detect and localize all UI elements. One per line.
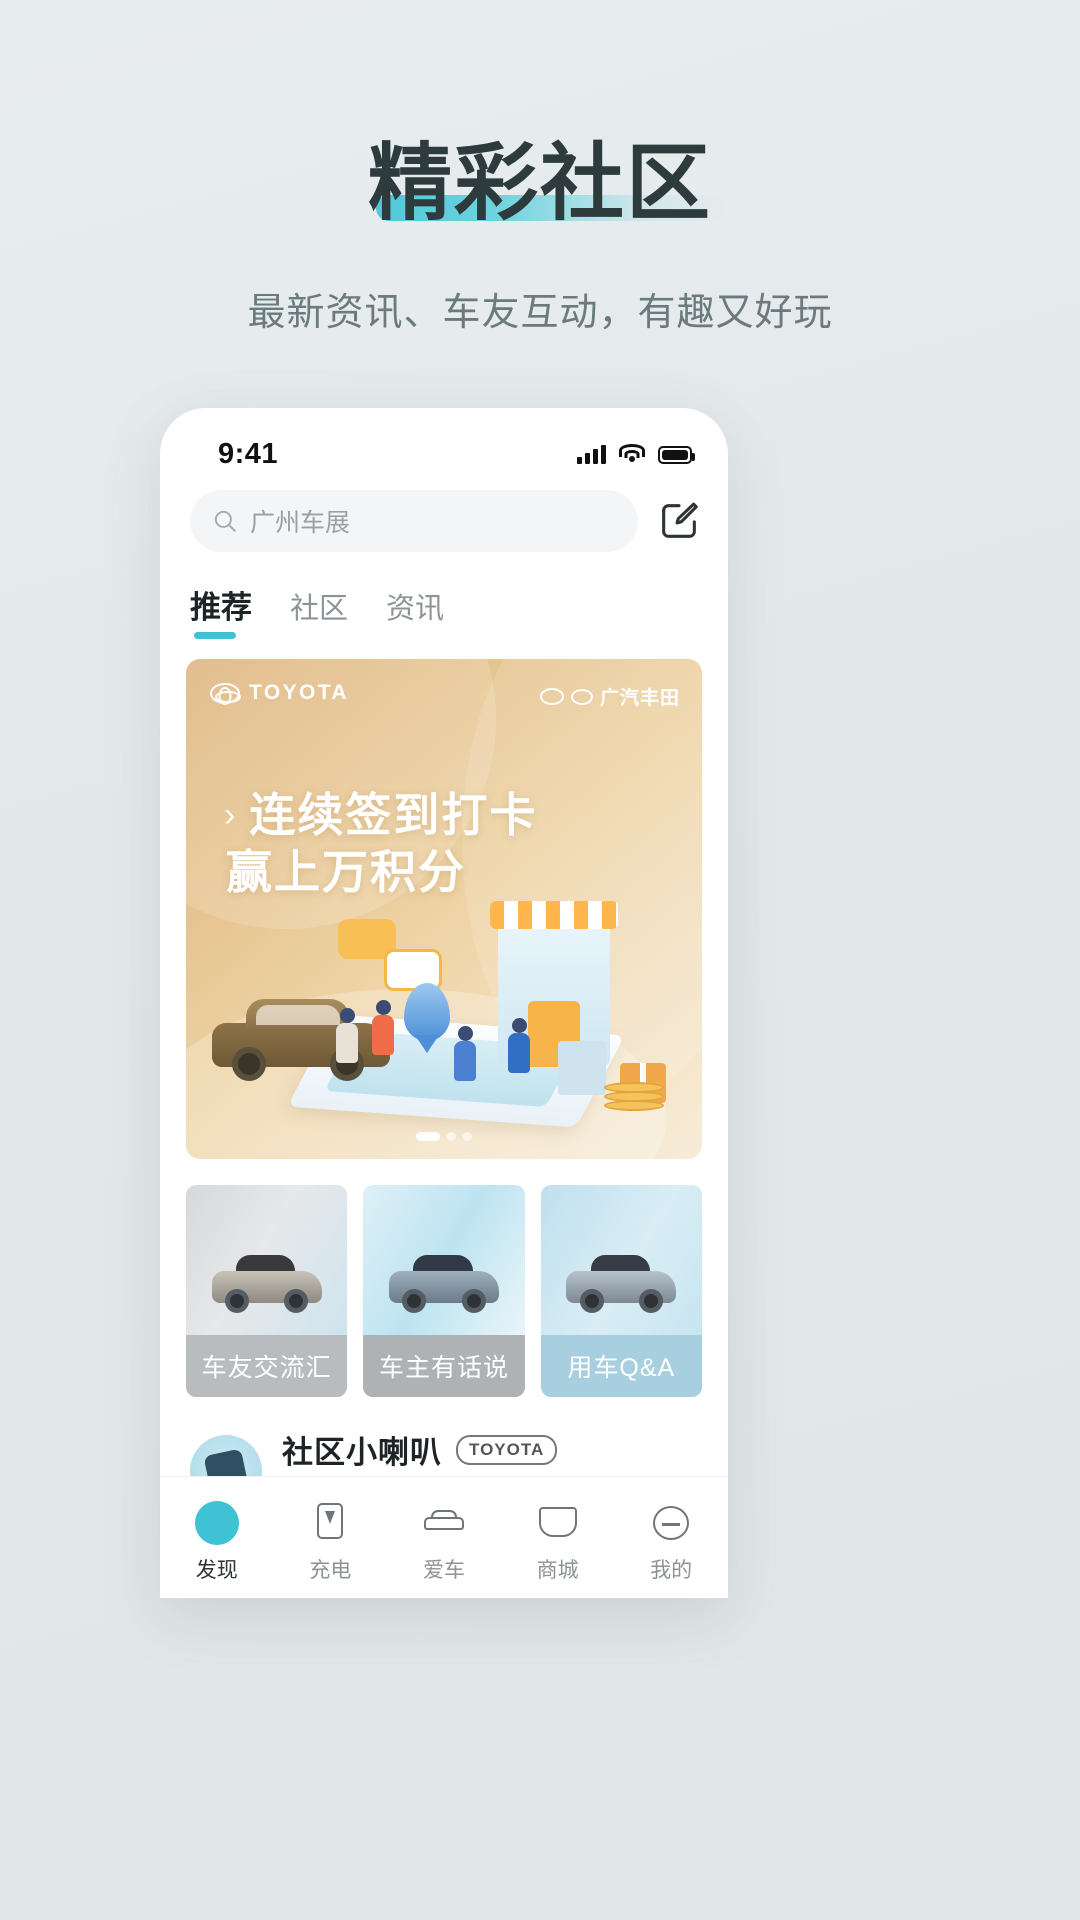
banner-illustration: [186, 829, 702, 1159]
toyota-wordmark: TOYOTA: [249, 681, 349, 704]
shop-icon: [536, 1501, 580, 1543]
nav-label: 商城: [536, 1559, 579, 1582]
card-label: 车主有话说: [363, 1335, 525, 1397]
location-pin-icon: [404, 983, 450, 1041]
tab-community[interactable]: 社区: [290, 585, 348, 641]
compose-button[interactable]: [656, 498, 702, 544]
signal-icon: [577, 444, 606, 464]
compose-icon: [662, 502, 698, 538]
tab-news[interactable]: 资讯: [386, 585, 444, 641]
status-time: 9:41: [218, 437, 279, 470]
nav-label: 我的: [650, 1559, 693, 1582]
tab-recommend[interactable]: 推荐: [190, 582, 252, 641]
nav-label: 发现: [195, 1559, 238, 1582]
car-icon: [422, 1501, 466, 1543]
status-badge: TOYOTA: [456, 1434, 558, 1465]
carousel-dot[interactable]: [447, 1132, 456, 1141]
nav-label: 爱车: [422, 1559, 465, 1582]
card-qa[interactable]: 用车Q&A: [540, 1185, 702, 1397]
search-placeholder: 广州车展: [250, 509, 351, 537]
page-title-wrap: 精彩社区: [367, 136, 724, 230]
account-name: 社区小喇叭: [282, 1435, 442, 1470]
carousel-dots[interactable]: [416, 1132, 472, 1141]
illustration-person: [336, 1008, 358, 1063]
page-title: 精彩社区: [367, 136, 712, 230]
gac-toyota-wordmark: 广汽丰田: [599, 688, 680, 709]
toyota-emblem-icon: [210, 682, 241, 704]
toyota-logo: TOYOTA: [210, 681, 349, 705]
nav-item-mall[interactable]: 商城: [501, 1501, 615, 1584]
tab-bar: 推荐 社区 资讯: [160, 552, 728, 641]
shopping-bag-icon: [558, 1041, 606, 1095]
search-icon: [214, 510, 236, 532]
carousel-dot-active[interactable]: [416, 1132, 440, 1141]
card-image: [363, 1185, 525, 1335]
card-owner-exchange[interactable]: 车友交流汇: [186, 1185, 348, 1397]
card-image: [540, 1185, 702, 1335]
nav-item-charging[interactable]: 充电: [274, 1501, 388, 1584]
phone-mockup: 9:41 广州车展 推荐 社区 资讯 TOYOTA 广汽丰田 › 连续签到打卡 …: [160, 408, 728, 1598]
status-bar: 9:41: [160, 408, 728, 484]
carousel-dot[interactable]: [463, 1132, 472, 1141]
toyota-emblem-icon: [570, 688, 593, 705]
status-icons: [577, 444, 695, 464]
illustration-person: [372, 1000, 394, 1055]
illustration-person: [454, 1026, 476, 1081]
page-subtitle: 最新资讯、车友互动，有趣又好玩: [247, 291, 833, 334]
illustration-car: [212, 999, 390, 1081]
wifi-icon: [619, 444, 645, 464]
search-input[interactable]: 广州车展: [190, 490, 638, 552]
battery-icon: [658, 446, 695, 464]
hero-section: 精彩社区 最新资讯、车友互动，有趣又好玩: [0, 0, 1080, 336]
category-cards: 车友交流汇 车主有话说 用车Q&A: [160, 1159, 728, 1397]
bottom-nav: 发现 充电 爱车 商城 我的: [160, 1476, 728, 1598]
illustration-person: [508, 1018, 530, 1073]
compass-icon: [194, 1501, 239, 1545]
nav-item-mycar[interactable]: 爱车: [387, 1501, 501, 1584]
gac-toyota-logo: 广汽丰田: [539, 683, 680, 710]
card-image: [186, 1185, 348, 1335]
charge-icon: [308, 1501, 352, 1543]
card-label: 车友交流汇: [186, 1335, 348, 1397]
card-label: 用车Q&A: [540, 1335, 702, 1397]
coins-icon: [604, 1077, 668, 1111]
promo-banner[interactable]: TOYOTA 广汽丰田 › 连续签到打卡 赢上万积分: [186, 659, 702, 1159]
gac-emblem-icon: [539, 688, 564, 705]
nav-item-discover[interactable]: 发现: [160, 1501, 274, 1584]
profile-icon: [649, 1501, 693, 1543]
card-owner-voice[interactable]: 车主有话说: [363, 1185, 525, 1397]
nav-label: 充电: [309, 1559, 352, 1582]
nav-item-profile[interactable]: 我的: [614, 1501, 728, 1584]
search-row: 广州车展: [160, 484, 728, 552]
